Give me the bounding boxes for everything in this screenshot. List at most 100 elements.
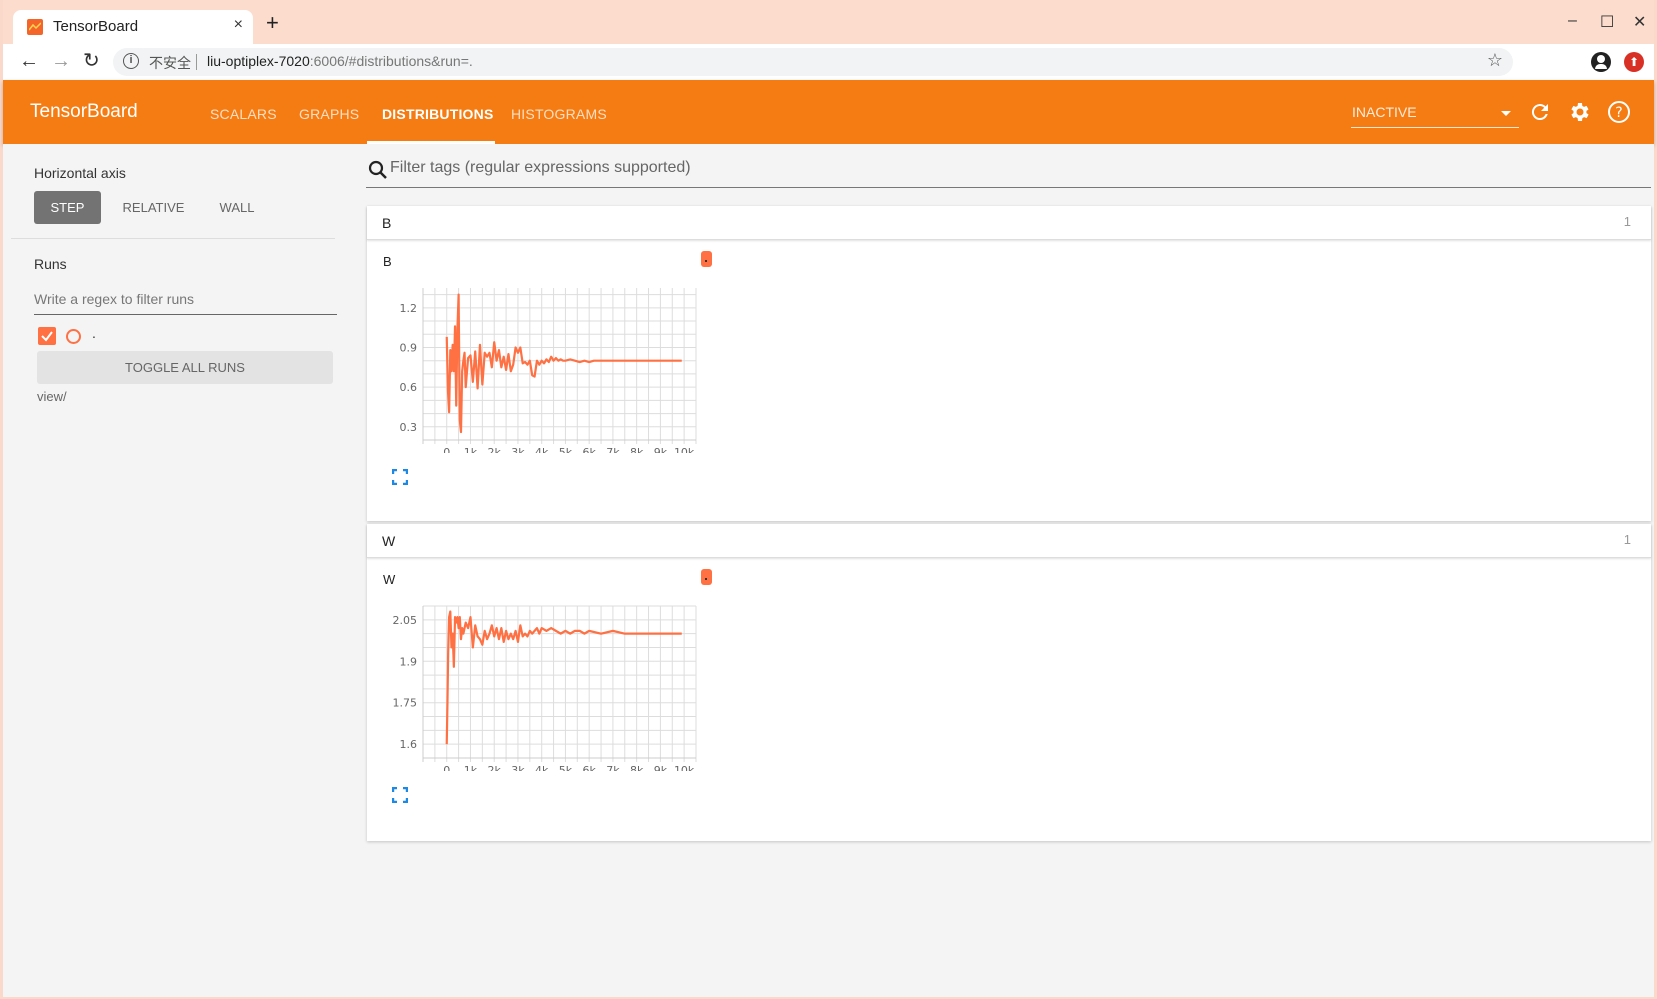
divider [11, 238, 335, 239]
tensorboard-header: TensorBoard SCALARS GRAPHS DISTRIBUTIONS… [3, 80, 1654, 144]
x-tick-label: 10k [674, 446, 695, 453]
x-tick-label: 9k [654, 446, 668, 453]
x-tick-label: 3k [511, 764, 525, 771]
horizontal-axis-label: Horizontal axis [34, 165, 126, 181]
refresh-icon[interactable] [1528, 100, 1552, 124]
toggle-all-runs-button[interactable]: TOGGLE ALL RUNS [37, 351, 333, 384]
section-w: W 1 W 1.6 1.75 1.9 2.05 0 1k 2k 3k 4k 5k 6k 7k 8k 9k 1… [367, 524, 1651, 841]
card-title: W [383, 572, 396, 587]
new-tab-button[interactable]: + [266, 12, 279, 34]
info-icon[interactable]: i [123, 53, 139, 69]
x-tick-label: 5k [559, 764, 573, 771]
section-count: 1 [1623, 532, 1631, 547]
x-tick-label: 2k [488, 764, 502, 771]
url-host: liu-optiplex-7020 [207, 53, 310, 69]
x-tick-label: 8k [630, 446, 644, 453]
address-bar[interactable]: i 不安全 liu-optiplex-7020:6006/#distributi… [113, 48, 1513, 76]
minimize-icon[interactable]: – [1568, 12, 1577, 30]
x-tick-label: 6k [582, 764, 596, 771]
browser-window: TensorBoard × + – ☐ ✕ ← → ↻ i 不安全 liu-op… [3, 0, 1654, 997]
tag-filter-input[interactable]: Filter tags (regular expressions support… [366, 150, 1651, 188]
tab-histograms[interactable]: HISTOGRAMS [511, 106, 607, 122]
browser-toolbar: ← → ↻ i 不安全 liu-optiplex-7020:6006/#dist… [3, 44, 1654, 80]
tab-title: TensorBoard [53, 18, 139, 35]
section-count: 1 [1623, 214, 1631, 229]
x-tick-label: 0 [443, 764, 450, 771]
expand-icon[interactable] [391, 468, 409, 486]
axis-relative-button[interactable]: RELATIVE [111, 191, 196, 224]
x-tick-label: 7k [606, 446, 620, 453]
x-tick-label: 2k [488, 446, 502, 453]
section-name: W [382, 533, 396, 549]
help-icon[interactable]: ? [1607, 100, 1631, 124]
forward-icon[interactable]: → [51, 50, 71, 72]
sidebar: Horizontal axis STEP RELATIVE WALL Runs … [3, 144, 343, 997]
distribution-chart-w: 1.6 1.75 1.9 2.05 0 1k 2k 3k 4k 5k 6k 7k 8k 9k 10k [393, 605, 697, 771]
x-tick-label: 4k [535, 446, 549, 453]
update-icon[interactable]: ⬆ [1624, 52, 1644, 72]
y-tick-label: 1.9 [400, 655, 418, 668]
logdir-path: view/ [37, 389, 67, 404]
tab-distributions[interactable]: DISTRIBUTIONS [382, 106, 494, 122]
tab-scalars[interactable]: SCALARS [210, 106, 277, 122]
card-title: B [383, 254, 392, 269]
url-path: :6006/#distributions&run=. [309, 53, 473, 69]
x-tick-label: 3k [511, 446, 525, 453]
maximize-icon[interactable]: ☐ [1600, 12, 1614, 32]
x-tick-label: 10k [674, 764, 695, 771]
run-checkbox[interactable] [38, 327, 56, 345]
run-selector-value: INACTIVE [1352, 104, 1417, 120]
bookmark-star-icon[interactable]: ☆ [1487, 50, 1503, 71]
x-tick-label: 8k [630, 764, 644, 771]
y-tick-label: 1.75 [393, 697, 418, 710]
y-tick-label: 0.9 [400, 341, 418, 354]
section-header[interactable]: B 1 [367, 206, 1651, 240]
window-close-icon[interactable]: ✕ [1633, 12, 1646, 32]
x-tick-label: 4k [535, 764, 549, 771]
insecure-label: 不安全 [149, 55, 191, 71]
run-regex-input[interactable]: Write a regex to filter runs [34, 287, 337, 315]
brand-title: TensorBoard [30, 101, 138, 122]
y-tick-label: 1.2 [400, 302, 418, 315]
x-tick-label: 1k [464, 446, 478, 453]
run-chip [701, 569, 712, 585]
divider [196, 54, 197, 70]
tab-graphs[interactable]: GRAPHS [299, 106, 359, 122]
run-name: . [92, 325, 96, 341]
settings-gear-icon[interactable] [1567, 100, 1591, 124]
back-icon[interactable]: ← [19, 50, 39, 72]
browser-tab[interactable]: TensorBoard × [13, 10, 253, 44]
x-tick-label: 0 [443, 446, 450, 453]
x-tick-label: 6k [582, 446, 596, 453]
axis-step-button[interactable]: STEP [34, 191, 101, 224]
close-tab-icon[interactable]: × [234, 16, 243, 34]
x-tick-label: 7k [606, 764, 620, 771]
y-tick-label: 0.3 [400, 421, 418, 434]
reload-icon[interactable]: ↻ [83, 50, 100, 72]
y-tick-label: 0.6 [400, 381, 418, 394]
chevron-down-icon [1501, 111, 1511, 116]
content-area: Filter tags (regular expressions support… [366, 144, 1651, 997]
distribution-chart-b: 0.3 0.6 0.9 1.2 0 1k 2k 3k 4k 5k 6k 7k 8k 9k 10k [400, 288, 697, 453]
x-tick-label: 1k [464, 764, 478, 771]
run-selector-dropdown[interactable]: INACTIVE [1351, 102, 1519, 128]
tab-strip: TensorBoard × + – ☐ ✕ [3, 0, 1654, 44]
search-icon [368, 160, 387, 179]
account-icon[interactable] [1591, 52, 1611, 72]
url-text[interactable]: liu-optiplex-7020:6006/#distributions&ru… [207, 53, 473, 69]
x-tick-label: 5k [559, 446, 573, 453]
section-name: B [382, 215, 392, 231]
expand-icon[interactable] [391, 786, 409, 804]
section-header[interactable]: W 1 [367, 524, 1651, 558]
y-tick-label: 1.6 [400, 738, 418, 751]
x-tick-label: 9k [654, 764, 668, 771]
main-area: Horizontal axis STEP RELATIVE WALL Runs … [3, 144, 1654, 997]
svg-text:?: ? [1615, 105, 1622, 121]
checkmark-icon [41, 331, 53, 342]
run-chip [701, 251, 712, 267]
tag-filter-placeholder: Filter tags (regular expressions support… [390, 159, 691, 176]
axis-wall-button[interactable]: WALL [207, 191, 267, 224]
run-radio[interactable] [66, 329, 81, 344]
tensorboard-favicon-icon [27, 19, 43, 35]
y-tick-label: 2.05 [393, 614, 418, 627]
